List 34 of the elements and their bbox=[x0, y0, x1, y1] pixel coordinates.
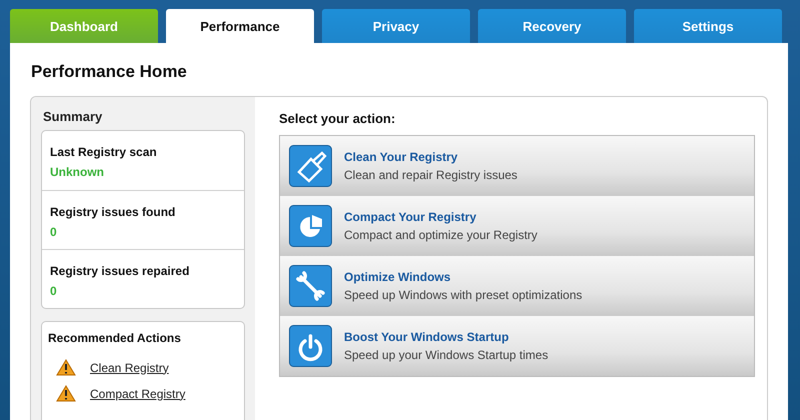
power-icon bbox=[289, 325, 332, 367]
pie-chart-icon bbox=[289, 205, 332, 247]
wrench-icon bbox=[289, 265, 332, 307]
action-item[interactable]: Optimize Windows Speed up Windows with preset optimizations bbox=[280, 256, 754, 316]
stat-label: Last Registry scan bbox=[50, 145, 158, 159]
warning-icon bbox=[56, 385, 76, 402]
action-item[interactable]: Clean Your Registry Clean and repair Registry issues bbox=[280, 136, 754, 196]
stat-value: 0 bbox=[50, 225, 58, 239]
action-description: Clean and repair Registry issues bbox=[344, 168, 518, 182]
sidebar-title: Summary bbox=[43, 109, 104, 124]
page-title: Performance Home bbox=[31, 62, 188, 82]
stat-label: Registry issues found bbox=[50, 205, 176, 219]
action-title: Optimize Windows bbox=[344, 270, 452, 284]
action-title: Clean Your Registry bbox=[344, 150, 459, 164]
action-item[interactable]: Compact Your Registry Compact and optimize your Registry bbox=[280, 196, 754, 256]
recommended-title: Recommended Actions bbox=[48, 331, 182, 345]
stat-label: Registry issues repaired bbox=[50, 264, 190, 278]
action-description: Compact and optimize your Registry bbox=[344, 228, 538, 242]
warning-icon bbox=[56, 359, 76, 376]
action-title: Compact Your Registry bbox=[344, 210, 478, 224]
action-title: Boost Your Windows Startup bbox=[344, 330, 510, 344]
tab[interactable]: Performance bbox=[166, 9, 314, 43]
tab[interactable]: Privacy bbox=[322, 9, 470, 43]
stat-value: Unknown bbox=[50, 165, 105, 179]
recommended-link[interactable]: Compact Registry bbox=[90, 386, 186, 400]
tab[interactable]: Settings bbox=[634, 9, 782, 43]
actions-title: Select your action: bbox=[279, 111, 396, 126]
action-item[interactable]: Boost Your Windows Startup Speed up your Windows Startup times bbox=[280, 316, 754, 376]
action-description: Speed up your Windows Startup times bbox=[344, 348, 548, 362]
brush-icon bbox=[289, 145, 332, 187]
action-description: Speed up Windows with preset optimizations bbox=[344, 288, 582, 302]
tab[interactable]: Recovery bbox=[478, 9, 626, 43]
recommended-link[interactable]: Clean Registry bbox=[90, 360, 169, 374]
stat-value: 0 bbox=[50, 284, 58, 298]
